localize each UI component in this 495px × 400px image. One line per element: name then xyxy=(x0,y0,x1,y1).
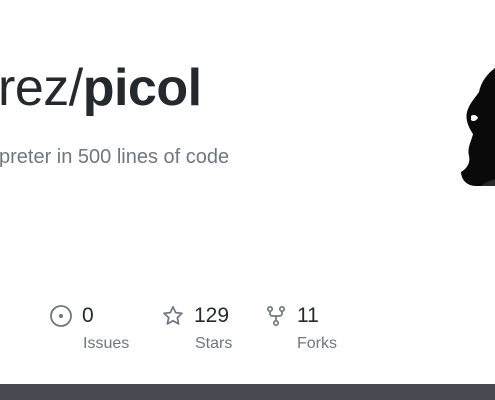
owner-avatar[interactable] xyxy=(461,68,495,186)
star-icon xyxy=(161,304,185,328)
stat-issues[interactable]: 0 Issues xyxy=(49,300,129,352)
stat-stars[interactable]: 129 Stars xyxy=(161,300,232,352)
forks-count: 11 xyxy=(297,304,319,327)
repo-name[interactable]: picol xyxy=(83,59,202,117)
repo-social-card: rez/picol preter in 500 lines of code to… xyxy=(0,0,495,400)
stars-count: 129 xyxy=(194,304,230,327)
repo-title[interactable]: rez/picol xyxy=(0,52,202,124)
repo-description: preter in 500 lines of code xyxy=(0,146,230,168)
forks-label: Forks xyxy=(297,335,337,352)
stat-forks[interactable]: 11 Forks xyxy=(264,300,337,352)
issue-opened-icon xyxy=(49,304,73,328)
repo-forked-icon xyxy=(264,304,288,328)
repo-owner[interactable]: rez xyxy=(0,59,69,117)
issues-label: Issues xyxy=(83,335,130,352)
avatar-image xyxy=(461,68,495,186)
stars-label: Stars xyxy=(195,335,233,352)
repo-separator: / xyxy=(68,59,83,117)
issues-count: 0 xyxy=(82,304,94,327)
footer-language-bar xyxy=(0,384,495,400)
